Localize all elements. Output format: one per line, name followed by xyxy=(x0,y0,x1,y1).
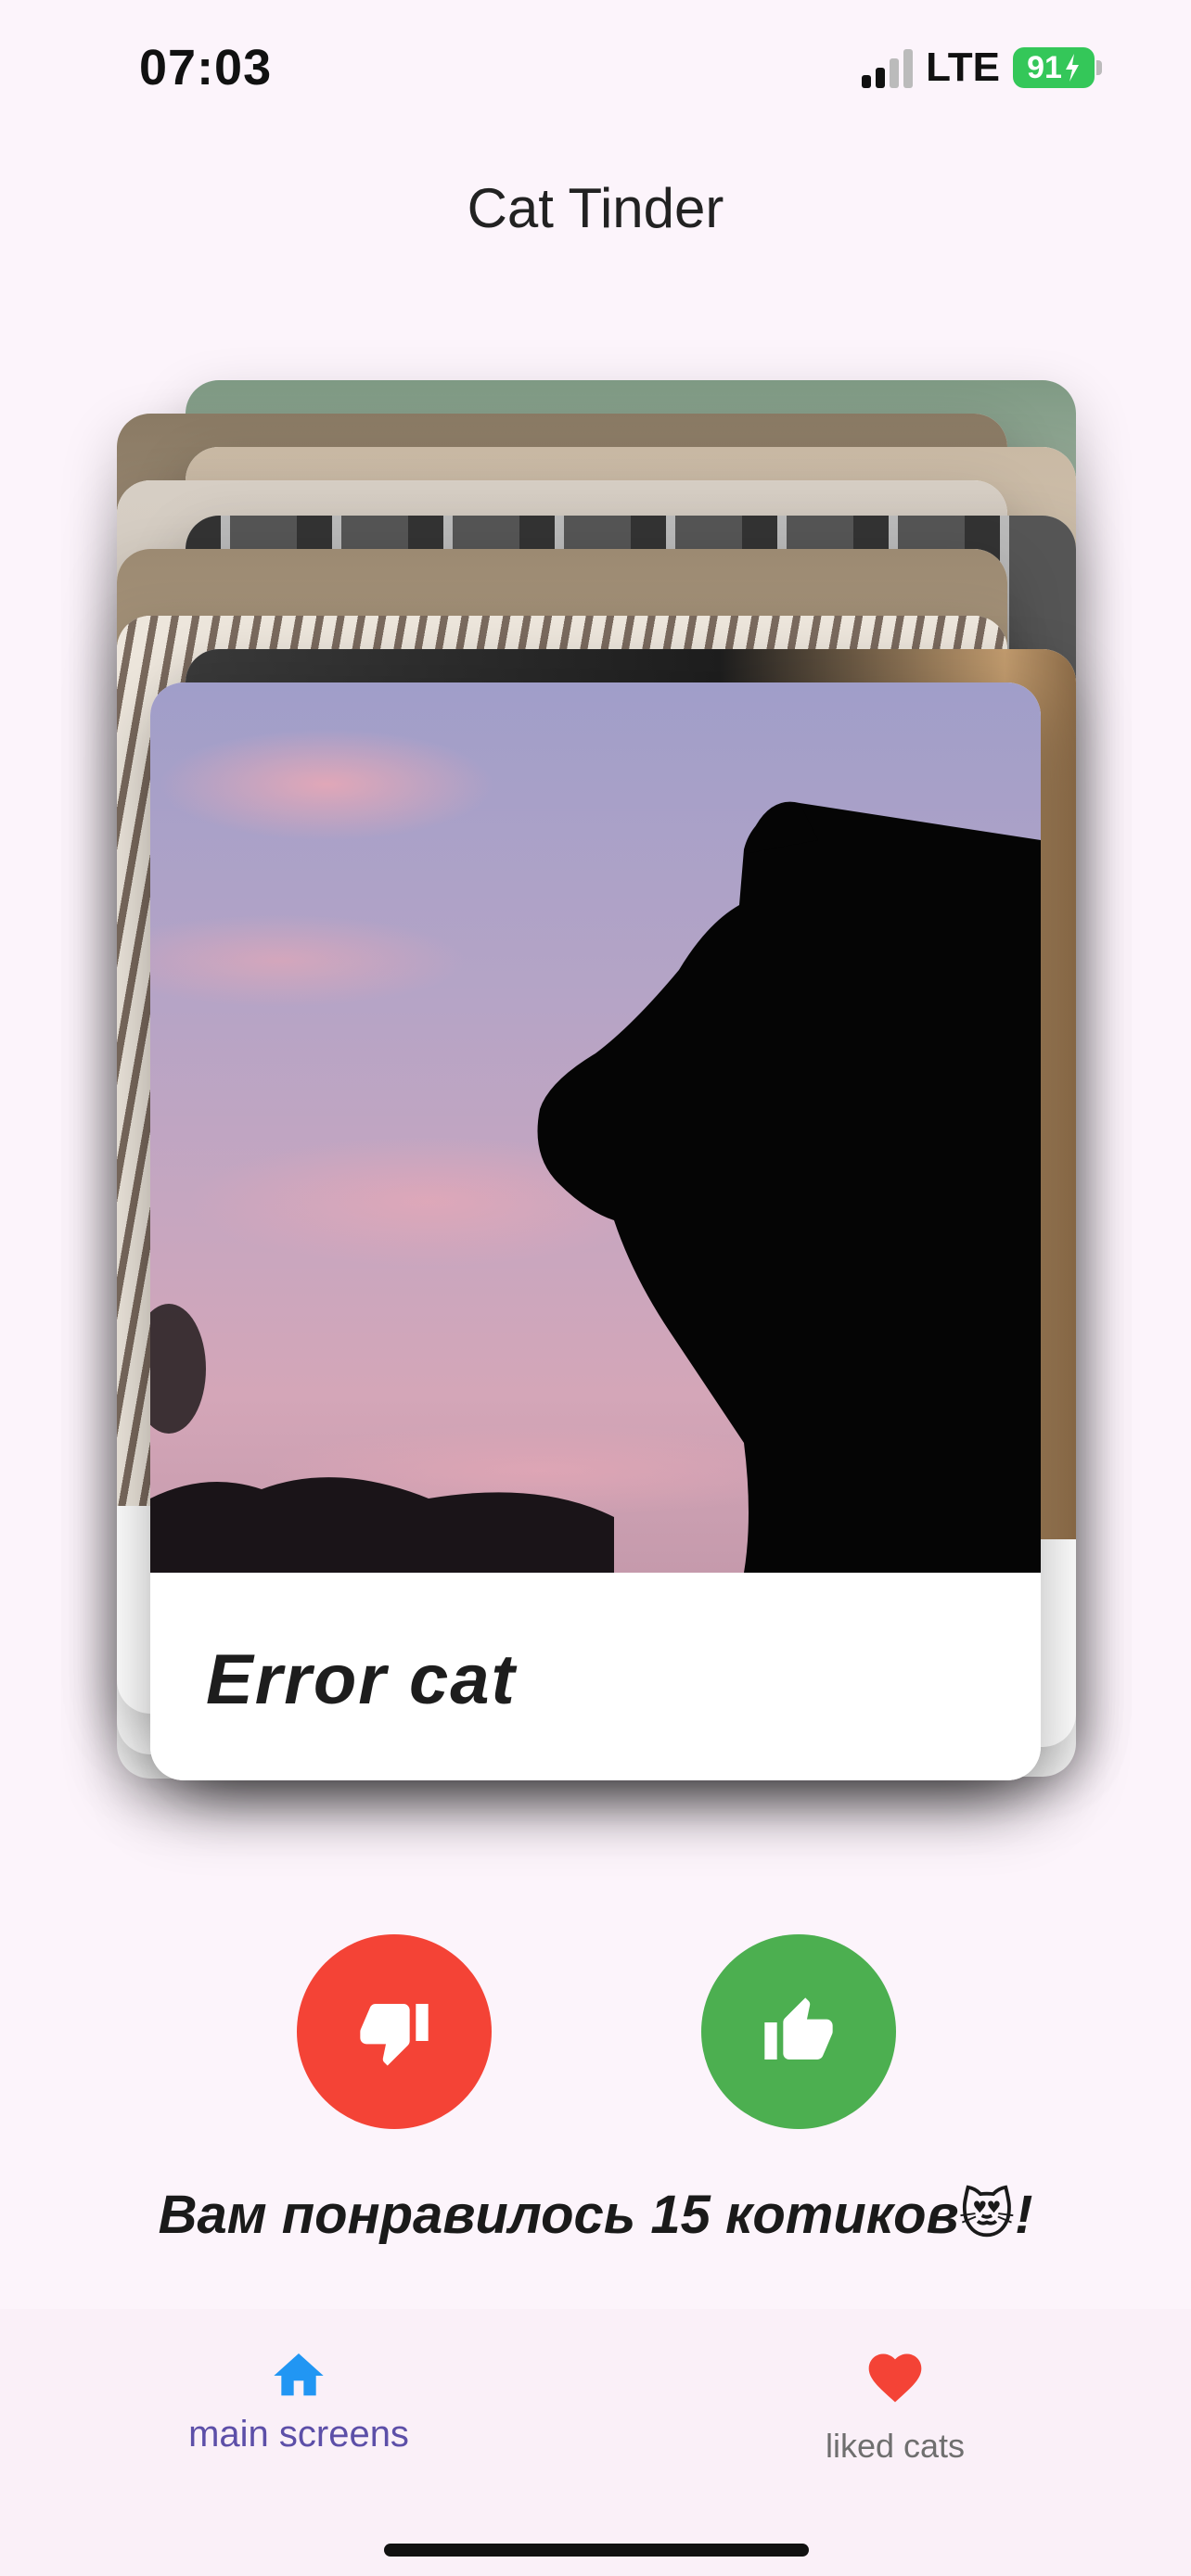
home-indicator[interactable] xyxy=(384,2544,809,2557)
dislike-button[interactable] xyxy=(297,1934,492,2129)
bottom-navigation: main screens liked cats xyxy=(0,2309,1191,2576)
nav-item-main-screens[interactable]: main screens xyxy=(113,2346,484,2455)
nav-label-liked-cats: liked cats xyxy=(825,2427,966,2465)
nav-label-main-screens: main screens xyxy=(188,2414,409,2455)
card-stack[interactable]: Error cat xyxy=(0,0,1191,1855)
card-caption-area: Error cat xyxy=(150,1573,1041,1780)
cat-photo xyxy=(150,682,1041,1573)
like-button[interactable] xyxy=(701,1934,896,2129)
thumb-up-icon xyxy=(764,1997,833,2060)
heart-icon xyxy=(868,2353,922,2403)
thumb-down-icon xyxy=(360,2004,429,2066)
cat-card[interactable]: Error cat xyxy=(150,682,1041,1780)
cat-name: Error cat xyxy=(206,1640,517,1719)
nav-item-liked-cats[interactable]: liked cats xyxy=(710,2346,1081,2466)
home-icon xyxy=(274,2353,324,2396)
liked-count-message: Вам понравилось 15 котиков😻! xyxy=(158,2185,1033,2245)
